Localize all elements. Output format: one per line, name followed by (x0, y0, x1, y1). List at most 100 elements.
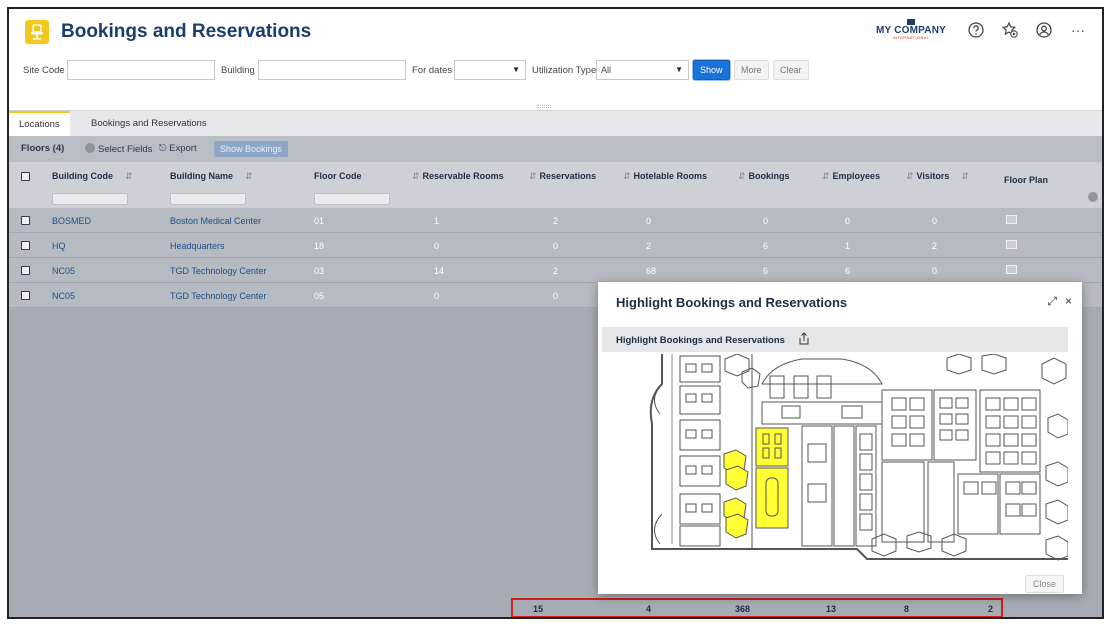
row-checkbox[interactable] (21, 216, 30, 225)
header-actions: MY COMPANY INTERNATIONAL ··· (876, 19, 1088, 40)
total-bookings: 13 (826, 604, 837, 614)
visitors-cell: 0 (932, 216, 938, 226)
show-bookings-button[interactable]: Show Bookings (214, 141, 289, 157)
select-fields-label: Select Fields (98, 144, 153, 155)
hotelable-rooms-cell: 2 (646, 241, 652, 251)
dialog-controls: ⤢ × (1047, 294, 1072, 309)
table-row[interactable]: HQ Headquarters 18 0 0 2 6 1 2 (9, 233, 1102, 258)
floor-plan-icon[interactable] (1006, 215, 1017, 224)
bookings-cell: 6 (763, 266, 769, 276)
building-code-link[interactable]: NC05 (52, 291, 75, 301)
for-dates-select[interactable]: ▼ (454, 60, 526, 80)
utilization-type-value: All (601, 65, 612, 75)
building-code-filter[interactable] (52, 193, 128, 205)
dialog-subtitle: Highlight Bookings and Reservations (616, 335, 785, 346)
tab-locations[interactable]: Locations (9, 111, 70, 137)
company-logo: MY COMPANY INTERNATIONAL (876, 19, 946, 40)
site-code-input[interactable] (67, 60, 215, 80)
building-name-filter[interactable] (170, 193, 246, 205)
reservations-cell: 2 (553, 266, 559, 276)
show-button[interactable]: Show (693, 60, 730, 80)
floor-code-cell: 05 (314, 291, 325, 301)
filter-bar: Site Code Building For dates ▼ Utilizati… (9, 59, 1102, 83)
chair-icon (25, 20, 49, 44)
employees-cell: 0 (845, 216, 851, 226)
reservable-rooms-cell: 0 (434, 241, 440, 251)
floors-count-label: Floors (4) (21, 143, 65, 154)
grid-toolbar: Floors (4) Select Fields ⎋ Export Show B… (9, 136, 1102, 162)
col-building-name[interactable]: Building Name ⇵ (170, 171, 253, 182)
utilization-type-select[interactable]: All ▼ (596, 60, 689, 80)
floor-code-cell: 01 (314, 216, 325, 226)
more-button[interactable]: More (734, 60, 769, 80)
select-all-checkbox[interactable] (21, 172, 30, 181)
totals-row: 15 4 368 13 8 2 (511, 598, 1003, 617)
col-building-code[interactable]: Building Code ⇵ (52, 171, 133, 182)
expand-icon[interactable]: ⤢ (1047, 294, 1057, 309)
floor-code-filter[interactable] (314, 193, 390, 205)
dialog-subheader: Highlight Bookings and Reservations (602, 327, 1068, 352)
reservable-rooms-cell: 1 (434, 216, 440, 226)
col-bookings[interactable]: ⇵ Bookings (738, 171, 790, 182)
visitors-cell: 2 (932, 241, 938, 251)
hotelable-rooms-cell: 0 (646, 216, 652, 226)
row-checkbox[interactable] (21, 266, 30, 275)
floor-plan-svg (649, 354, 1068, 561)
close-icon[interactable]: × (1065, 294, 1072, 309)
export-icon: ⎋ (159, 143, 170, 154)
floor-plan-drawing[interactable] (602, 354, 1068, 570)
clear-button[interactable]: Clear (773, 60, 809, 80)
building-code-link[interactable]: NC05 (52, 266, 75, 276)
highlighted-rooms (723, 427, 789, 539)
dialog-title: Highlight Bookings and Reservations (616, 295, 848, 310)
col-floor-code[interactable]: Floor Code (314, 171, 362, 181)
help-icon[interactable] (966, 20, 986, 40)
building-code-link[interactable]: HQ (52, 241, 66, 251)
employees-cell: 1 (845, 241, 851, 251)
col-hotelable-rooms[interactable]: ⇵ Hotelable Rooms (623, 171, 707, 182)
hotelable-rooms-cell: 68 (646, 266, 657, 276)
tab-bookings-reservations[interactable]: Bookings and Reservations (81, 111, 217, 137)
logo-subtext: INTERNATIONAL (892, 35, 930, 40)
export-button[interactable]: ⎋ Export (159, 143, 197, 154)
col-reservations[interactable]: ⇵ Reservations (529, 171, 596, 182)
reservations-cell: 0 (553, 241, 559, 251)
select-fields-button[interactable]: Select Fields (85, 143, 152, 155)
reservations-cell: 2 (553, 216, 559, 226)
export-icon[interactable] (798, 332, 810, 346)
table-row[interactable]: NC05 TGD Technology Center 03 14 2 68 6 … (9, 258, 1102, 283)
bookings-cell: 0 (763, 216, 769, 226)
building-name-link[interactable]: TGD Technology Center (170, 266, 266, 276)
employees-cell: 6 (845, 266, 851, 276)
floor-code-cell: 03 (314, 266, 325, 276)
building-name-link[interactable]: Headquarters (170, 241, 225, 251)
floor-plan-icon[interactable] (1006, 265, 1017, 274)
row-checkbox[interactable] (21, 241, 30, 250)
tab-strip: Locations Bookings and Reservations (9, 110, 1102, 137)
col-employees[interactable]: ⇵ Employees (822, 171, 880, 182)
col-reservable-rooms[interactable]: ⇵ Reservable Rooms (412, 171, 504, 182)
user-icon[interactable] (1034, 20, 1054, 40)
highlight-dialog: Highlight Bookings and Reservations ⤢ × … (598, 282, 1082, 594)
total-visitors: 2 (988, 604, 994, 614)
for-dates-label: For dates (412, 65, 453, 76)
floor-plan-icon[interactable] (1006, 240, 1017, 249)
app-header: Bookings and Reservations MY COMPANY INT… (9, 9, 1102, 55)
site-code-label: Site Code (23, 65, 65, 76)
total-employees: 8 (904, 604, 910, 614)
panel-resize-handle[interactable] (537, 105, 551, 108)
favorites-icon[interactable] (1000, 20, 1020, 40)
building-name-link[interactable]: TGD Technology Center (170, 291, 266, 301)
building-code-link[interactable]: BOSMED (52, 216, 91, 226)
col-visitors[interactable]: ⇵ Visitors ⇵ (906, 171, 969, 182)
export-label: Export (169, 143, 197, 154)
total-hotelable-rooms: 368 (735, 604, 751, 614)
close-button[interactable]: Close (1024, 575, 1064, 593)
building-name-link[interactable]: Boston Medical Center (170, 216, 261, 226)
utilization-type-label: Utilization Type (532, 65, 597, 76)
table-row[interactable]: BOSMED Boston Medical Center 01 1 2 0 0 … (9, 208, 1102, 233)
more-icon[interactable]: ··· (1068, 20, 1088, 40)
clear-filter-icon[interactable] (1088, 192, 1098, 202)
building-input[interactable] (258, 60, 406, 80)
row-checkbox[interactable] (21, 291, 30, 300)
